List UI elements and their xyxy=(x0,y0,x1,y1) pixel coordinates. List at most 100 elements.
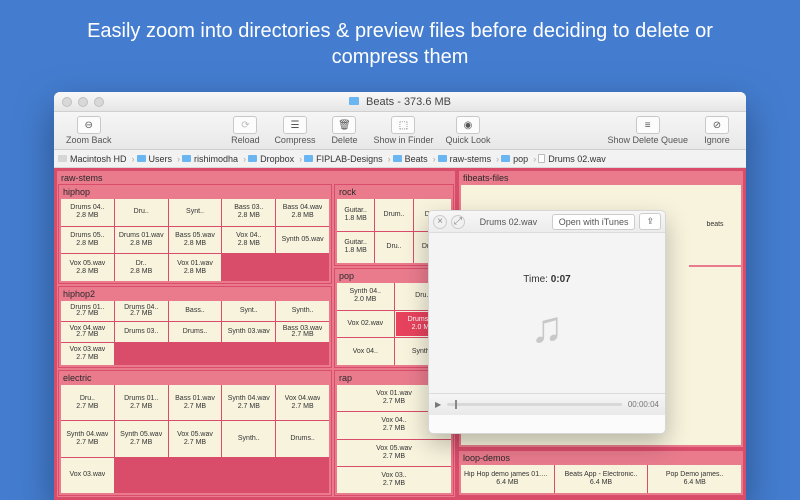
treemap-cell[interactable]: Synt.. xyxy=(222,301,275,321)
treemap-cell[interactable]: Vox 04.wav2.7 MB xyxy=(276,385,329,420)
treemap-cell[interactable]: Bass 03.wav2.7 MB xyxy=(276,322,329,342)
treemap-cell[interactable]: Vox 02.wav xyxy=(337,311,394,338)
quicklook-body: Time: 0:07 ♫ xyxy=(429,233,665,393)
cell-size: 2.7 MB xyxy=(76,354,98,362)
treemap-cell[interactable]: Synth.. xyxy=(222,421,275,456)
treemap-cell[interactable]: Synth 05.wav2.7 MB xyxy=(115,421,168,456)
ignore-button[interactable]: ⊘ Ignore xyxy=(694,114,740,147)
treemap-cell[interactable]: Vox 05.wav2.7 MB xyxy=(337,440,451,466)
treemap-cell[interactable]: Drums 04..2.8 MB xyxy=(61,199,114,226)
open-with-button[interactable]: Open with iTunes xyxy=(552,214,636,230)
treemap-cell[interactable]: Vox 05.wav2.7 MB xyxy=(169,421,222,456)
treemap-cell[interactable]: Drums 01.wav2.8 MB xyxy=(115,227,168,254)
treemap-cell[interactable]: Synth 04.wav2.7 MB xyxy=(61,421,114,456)
treemap-cell[interactable]: Bass 03..2.8 MB xyxy=(222,199,275,226)
cell-name: Bass 03.. xyxy=(234,204,263,212)
window-title: Beats - 373.6 MB xyxy=(54,92,746,112)
treemap-cell[interactable]: Pop Demo james..6.4 MB xyxy=(648,465,741,493)
treemap-cell[interactable]: Vox 04..2.8 MB xyxy=(222,227,275,254)
treemap-cell[interactable]: Vox 03..2.7 MB xyxy=(337,467,451,493)
zoom-back-button[interactable]: ⊖ Zoom Back xyxy=(60,114,118,147)
treemap-cell[interactable]: Synt.. xyxy=(169,199,222,226)
breadcrumb-label: rishimodha xyxy=(194,154,238,164)
treemap-cell[interactable]: Synth 04..2.0 MB xyxy=(337,283,394,310)
treemap-cell[interactable]: Dru.. xyxy=(375,232,412,264)
treemap-cell[interactable]: beats xyxy=(689,185,741,265)
zoom-icon[interactable] xyxy=(94,97,104,107)
titlebar: Beats - 373.6 MB xyxy=(54,92,746,112)
breadcrumb-item[interactable]: raw-stems xyxy=(438,154,500,164)
cell-size: 2.8 MB xyxy=(184,240,206,248)
compress-button[interactable]: ☰ Compress xyxy=(268,114,321,147)
treemap-cell[interactable]: Drum.. xyxy=(375,199,412,231)
region-hiphop2[interactable]: hiphop2 Drums 01..2.7 MBDrums 04..2.7 MB… xyxy=(58,286,332,368)
treemap-cell[interactable]: Synth.. xyxy=(276,301,329,321)
quicklook-title: Drums 02.wav xyxy=(469,217,548,227)
region-loop-demos[interactable]: loop-demos Hip Hop demo james 01.m..6.4 … xyxy=(458,450,744,496)
show-in-finder-button[interactable]: ⬚ Show in Finder xyxy=(367,114,439,147)
treemap-cell[interactable]: Bass.. xyxy=(169,301,222,321)
breadcrumb-item[interactable]: Dropbox xyxy=(248,154,302,164)
show-delete-queue-button[interactable]: ≡ Show Delete Queue xyxy=(601,114,694,147)
treemap-cell[interactable]: Dru.. xyxy=(115,199,168,226)
close-icon[interactable] xyxy=(62,97,72,107)
treemap-cell[interactable]: Vox 01.wav2.8 MB xyxy=(169,254,222,281)
treemap-cell[interactable]: Vox 05.wav2.8 MB xyxy=(61,254,114,281)
treemap-cell[interactable]: Guitar..1.8 MB xyxy=(337,199,374,231)
treemap-cell[interactable]: Drums 01..2.7 MB xyxy=(115,385,168,420)
breadcrumb-item[interactable]: Beats xyxy=(393,154,436,164)
progress-head[interactable] xyxy=(455,400,457,409)
progress-bar[interactable] xyxy=(447,403,622,406)
delete-button[interactable]: 🗑 Delete xyxy=(321,114,367,147)
compress-label: Compress xyxy=(274,135,315,145)
treemap-cell[interactable]: Drums.. xyxy=(169,322,222,342)
treemap-cell[interactable]: Guitar..1.8 MB xyxy=(337,232,374,264)
compress-icon: ☰ xyxy=(290,120,299,131)
treemap-cell[interactable]: Dru..2.7 MB xyxy=(61,385,114,420)
breadcrumb-item[interactable]: pop xyxy=(501,154,536,164)
music-note-icon: ♫ xyxy=(531,303,564,353)
treemap-cell[interactable]: Drums.. xyxy=(276,421,329,456)
window-title-folder: Beats xyxy=(366,96,394,108)
treemap-cell[interactable]: Synth 05.wav xyxy=(276,227,329,254)
quicklook-time-value: 0:07 xyxy=(551,274,571,285)
minimize-icon[interactable] xyxy=(78,97,88,107)
quicklook-expand-button[interactable]: ⤢ xyxy=(451,215,465,229)
treemap-cell[interactable] xyxy=(689,267,741,445)
treemap-cell[interactable]: Vox 04.wav2.7 MB xyxy=(61,322,114,342)
breadcrumb-label: Dropbox xyxy=(260,154,294,164)
breadcrumb-item[interactable]: Drums 02.wav xyxy=(538,154,611,164)
region-electric[interactable]: electric Dru..2.7 MBDrums 01..2.7 MBBass… xyxy=(58,370,332,496)
treemap-cell[interactable]: Drums 03.. xyxy=(115,322,168,342)
region-hiphop[interactable]: hiphop Drums 04..2.8 MBDru..Synt..Bass 0… xyxy=(58,184,332,284)
treemap-cell[interactable]: Drums 05..2.8 MB xyxy=(61,227,114,254)
treemap-cell[interactable]: Vox 03.wav xyxy=(61,458,114,493)
quicklook-playbar: ▶ 00:00:04 xyxy=(429,393,665,415)
treemap-cell[interactable]: Synth 03.wav xyxy=(222,322,275,342)
reload-button[interactable]: ⟳ Reload xyxy=(222,114,268,147)
treemap-cell[interactable]: Bass 01.wav2.7 MB xyxy=(169,385,222,420)
treemap-cell[interactable]: Dr..2.8 MB xyxy=(115,254,168,281)
play-button[interactable]: ▶ xyxy=(435,400,441,409)
treemap-cell[interactable]: Vox 03.wav2.7 MB xyxy=(61,343,114,365)
cell-size: 2.7 MB xyxy=(76,403,98,411)
treemap-cell[interactable]: Bass 05.wav2.8 MB xyxy=(169,227,222,254)
treemap-cell[interactable]: Drums 04..2.7 MB xyxy=(115,301,168,321)
cell-name: Dru.. xyxy=(386,243,401,251)
cell-name: Beats App - Electronic.. xyxy=(565,471,638,479)
quick-look-button[interactable]: ◉ Quick Look xyxy=(439,114,496,147)
breadcrumb-item[interactable]: rishimodha xyxy=(182,154,246,164)
quick-look-label: Quick Look xyxy=(445,135,490,145)
breadcrumb-item[interactable]: Users xyxy=(137,154,181,164)
treemap-cell[interactable]: Synth 04.wav2.7 MB xyxy=(222,385,275,420)
quicklook-close-button[interactable]: × xyxy=(433,215,447,229)
treemap-cell[interactable]: Vox 04.. xyxy=(337,338,394,365)
treemap-cell[interactable]: Bass 04.wav2.8 MB xyxy=(276,199,329,226)
treemap-cell[interactable]: Hip Hop demo james 01.m..6.4 MB xyxy=(461,465,554,493)
breadcrumb-item[interactable]: Macintosh HD xyxy=(58,154,135,164)
breadcrumb-item[interactable]: FIPLAB-Designs xyxy=(304,154,391,164)
treemap-cell[interactable]: Beats App - Electronic..6.4 MB xyxy=(555,465,648,493)
cell-size: 2.7 MB xyxy=(76,331,98,339)
treemap-cell[interactable]: Drums 01..2.7 MB xyxy=(61,301,114,321)
share-button[interactable]: ⇪ xyxy=(639,213,661,230)
